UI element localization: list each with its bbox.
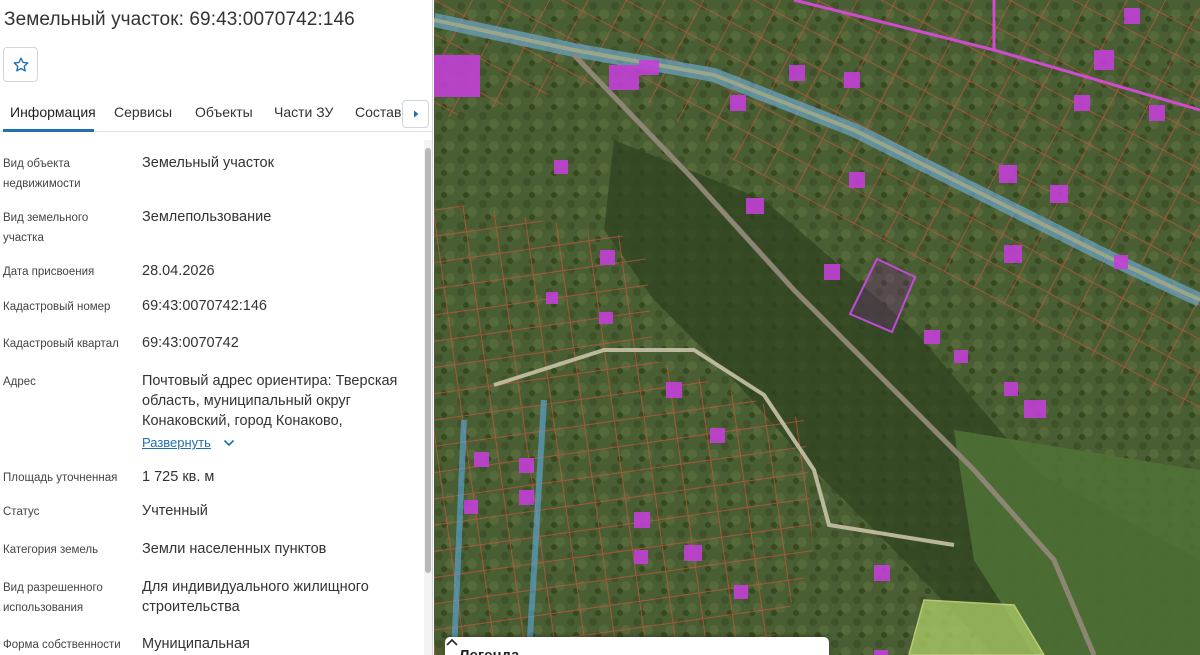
- field-label-permitted-use: Вид разрешенного использования: [3, 582, 103, 614]
- app-root: Земельный участок: 69:43:0070742:146 Инф…: [0, 0, 1200, 655]
- field-value-object-type: Земельный участок: [142, 155, 274, 171]
- field-value-land-category: Земли населенных пунктов: [142, 541, 327, 557]
- field-label-cadastral-quarter: Кадастровый квартал: [3, 338, 119, 350]
- legend-title: Легенда: [459, 647, 519, 655]
- tab-composition[interactable]: Состав: [355, 104, 401, 120]
- star-outline-icon: [13, 56, 28, 72]
- field-label-cadastral-number: Кадастровый номер: [3, 301, 111, 313]
- tabs-scroll-right-button[interactable]: [402, 100, 429, 128]
- tab-services[interactable]: Сервисы: [114, 104, 172, 120]
- chevron-up-icon[interactable]: [445, 637, 459, 647]
- field-label-area: Площадь уточненная: [3, 472, 118, 484]
- field-value-area: 1 725 кв. м: [142, 469, 215, 485]
- field-label-assign-date: Дата присвоения: [3, 266, 95, 278]
- field-value-assign-date: 28.04.2026: [142, 263, 215, 279]
- chevron-down-icon[interactable]: [223, 439, 235, 447]
- tab-info[interactable]: Информация: [10, 104, 96, 120]
- tab-parts[interactable]: Части ЗУ: [274, 104, 333, 120]
- field-label-parcel-kind: Вид земельного участка: [3, 212, 89, 244]
- tab-bar: Информация Сервисы Объекты Части ЗУ Сост…: [0, 95, 432, 132]
- field-label-ownership: Форма собственности: [3, 639, 121, 651]
- satellite-map-canvas: [434, 0, 1200, 655]
- field-value-cadastral-number: 69:43:0070742:146: [142, 298, 267, 314]
- info-panel: Земельный участок: 69:43:0070742:146 Инф…: [0, 0, 433, 655]
- expand-address-link[interactable]: Развернуть: [142, 435, 211, 450]
- legend-panel[interactable]: Легенда: [445, 637, 829, 655]
- field-value-cadastral-quarter: 69:43:0070742: [142, 335, 239, 351]
- field-label-land-category: Категория земель: [3, 544, 99, 556]
- field-label-object-type: Вид объекта недвижимости: [3, 158, 81, 190]
- field-label-address: Адрес: [3, 376, 36, 388]
- field-value-status: Учтенный: [142, 503, 208, 519]
- map-view[interactable]: Легенда: [434, 0, 1200, 655]
- address-expand: Развернуть: [142, 433, 412, 453]
- field-value-address: Почтовый адрес ориентира: Тверская облас…: [142, 373, 398, 429]
- favorite-button[interactable]: [3, 47, 38, 82]
- field-value-permitted-use: Для индивидуального жилищного строительс…: [142, 579, 369, 615]
- chevron-right-icon: [413, 110, 418, 118]
- scrollbar-thumb[interactable]: [425, 148, 431, 573]
- field-value-ownership: Муниципальная: [142, 636, 250, 652]
- field-label-status: Статус: [3, 506, 40, 518]
- page-title: Земельный участок: 69:43:0070742:146: [4, 9, 355, 30]
- field-value-parcel-kind: Землепользование: [142, 209, 272, 225]
- attributes-list: Вид объекта недвижимости Земельный участ…: [0, 132, 425, 655]
- tab-objects[interactable]: Объекты: [195, 104, 253, 120]
